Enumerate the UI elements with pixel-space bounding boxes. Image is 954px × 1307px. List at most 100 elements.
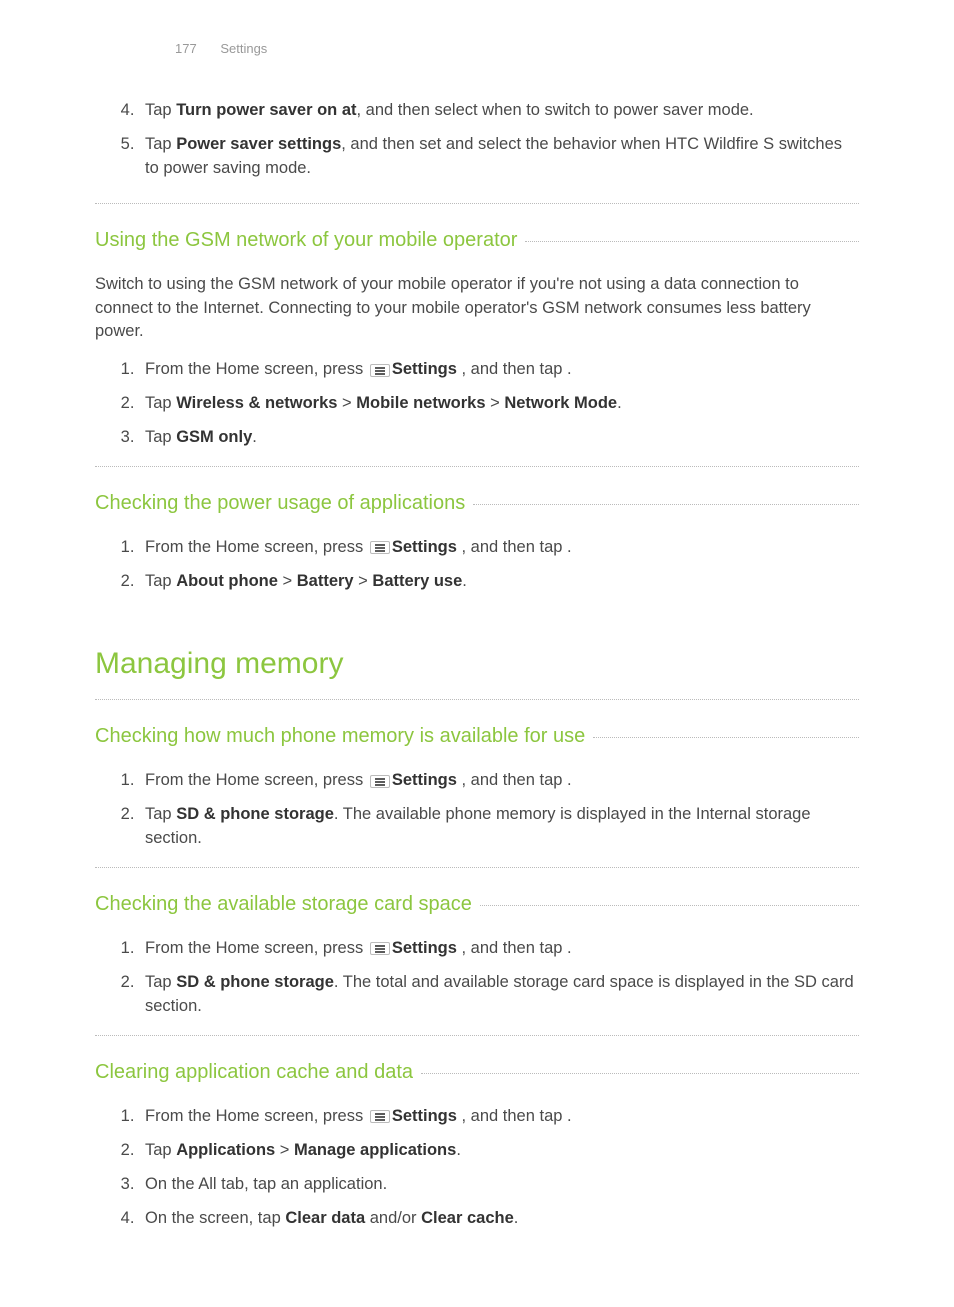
step-text: , and then tap xyxy=(457,538,567,556)
divider xyxy=(525,241,859,242)
bold-term: Clear data xyxy=(285,1209,365,1227)
step-text: , and then tap xyxy=(457,939,567,957)
step-text: > xyxy=(275,1141,294,1159)
step-text: Tap xyxy=(145,973,176,991)
bold-term: Settings xyxy=(392,939,457,957)
bold-term: Settings xyxy=(392,360,457,378)
bold-term: Power saver settings xyxy=(176,135,341,153)
page-header: 177 Settings xyxy=(95,40,859,59)
bold-term: Network Mode xyxy=(504,394,617,412)
bold-term: SD & phone storage xyxy=(176,973,334,991)
power-usage-steps: From the Home screen, press Settings , a… xyxy=(95,536,859,594)
step-text: Tap xyxy=(145,1141,176,1159)
clear-cache-steps: From the Home screen, press Settings , a… xyxy=(95,1105,859,1231)
clear-cache-heading: Clearing application cache and data xyxy=(95,1058,413,1087)
step-text: Tap xyxy=(145,428,176,446)
bold-term: SD & phone storage xyxy=(176,805,334,823)
step-text: and/or xyxy=(365,1209,421,1227)
card-space-steps: From the Home screen, press Settings , a… xyxy=(95,937,859,1019)
divider xyxy=(473,504,859,505)
menu-icon xyxy=(370,364,390,377)
menu-icon xyxy=(370,775,390,788)
step-text: , and then tap xyxy=(457,771,567,789)
step-item: From the Home screen, press Settings , a… xyxy=(139,1105,859,1129)
bold-term: Manage applications xyxy=(294,1141,456,1159)
divider xyxy=(95,699,859,700)
bold-term: Settings xyxy=(392,771,457,789)
card-space-heading: Checking the available storage card spac… xyxy=(95,890,472,919)
gsm-heading: Using the GSM network of your mobile ope… xyxy=(95,226,517,255)
step-item: Tap Power saver settings, and then set a… xyxy=(139,133,859,181)
step-item: From the Home screen, press Settings , a… xyxy=(139,937,859,961)
page-number: 177 xyxy=(175,40,197,59)
step-text: Tap xyxy=(145,394,176,412)
gsm-steps: From the Home screen, press Settings , a… xyxy=(95,358,859,450)
step-text: On the All tab, tap an application. xyxy=(145,1175,387,1193)
menu-icon xyxy=(370,541,390,554)
document-page: 177 Settings Tap Turn power saver on at,… xyxy=(0,0,954,1307)
step-item: Tap SD & phone storage. The available ph… xyxy=(139,803,859,851)
step-item: Tap SD & phone storage. The total and av… xyxy=(139,971,859,1019)
bold-term: Clear cache xyxy=(421,1209,514,1227)
bold-term: Wireless & networks xyxy=(176,394,337,412)
menu-icon xyxy=(370,1110,390,1123)
power-usage-heading: Checking the power usage of applications xyxy=(95,489,465,518)
step-text: Tap xyxy=(145,805,176,823)
step-item: On the All tab, tap an application. xyxy=(139,1173,859,1197)
bold-term: Settings xyxy=(392,538,457,556)
power-saver-continued-steps: Tap Turn power saver on at, and then sel… xyxy=(95,99,859,181)
bold-term: Settings xyxy=(392,1107,457,1125)
divider xyxy=(95,466,859,467)
menu-icon xyxy=(370,942,390,955)
phone-memory-steps: From the Home screen, press Settings , a… xyxy=(95,769,859,851)
divider xyxy=(95,203,859,204)
step-text: From the Home screen, press xyxy=(145,771,368,789)
divider xyxy=(421,1073,859,1074)
managing-memory-heading: Managing memory xyxy=(95,642,859,686)
bold-term: Battery xyxy=(297,572,354,590)
bold-term: Turn power saver on at xyxy=(176,101,356,119)
step-text: On the screen, tap xyxy=(145,1209,285,1227)
step-text: > xyxy=(354,572,373,590)
step-text: From the Home screen, press xyxy=(145,360,368,378)
step-text: . xyxy=(456,1141,461,1159)
step-text: . xyxy=(567,538,572,556)
step-text: . xyxy=(462,572,467,590)
step-item: Tap GSM only. xyxy=(139,426,859,450)
step-item: From the Home screen, press Settings , a… xyxy=(139,358,859,382)
phone-memory-heading: Checking how much phone memory is availa… xyxy=(95,722,585,751)
step-item: From the Home screen, press Settings , a… xyxy=(139,769,859,793)
bold-term: About phone xyxy=(176,572,278,590)
step-text: > xyxy=(278,572,297,590)
step-text: > xyxy=(337,394,356,412)
gsm-body: Switch to using the GSM network of your … xyxy=(95,273,859,345)
step-text: > xyxy=(486,394,505,412)
step-text: . xyxy=(617,394,622,412)
divider xyxy=(593,737,859,738)
step-item: Tap About phone > Battery > Battery use. xyxy=(139,570,859,594)
bold-term: Applications xyxy=(176,1141,275,1159)
step-text: Tap xyxy=(145,572,176,590)
step-text: Tap xyxy=(145,101,176,119)
bold-term: Mobile networks xyxy=(356,394,485,412)
step-item: On the screen, tap Clear data and/or Cle… xyxy=(139,1207,859,1231)
bold-term: GSM only xyxy=(176,428,252,446)
step-text: From the Home screen, press xyxy=(145,538,368,556)
step-text: . xyxy=(567,771,572,789)
step-text: From the Home screen, press xyxy=(145,1107,368,1125)
divider xyxy=(480,905,859,906)
step-item: Tap Wireless & networks > Mobile network… xyxy=(139,392,859,416)
step-text: , and then select when to switch to powe… xyxy=(357,101,754,119)
step-text: . xyxy=(514,1209,519,1227)
step-text: . xyxy=(567,1107,572,1125)
step-text: . xyxy=(567,939,572,957)
divider xyxy=(95,1035,859,1036)
step-text: . xyxy=(252,428,257,446)
step-text: Tap xyxy=(145,135,176,153)
header-section-name: Settings xyxy=(220,40,267,59)
step-text: . xyxy=(567,360,572,378)
step-item: Tap Turn power saver on at, and then sel… xyxy=(139,99,859,123)
step-text: , and then tap xyxy=(457,360,567,378)
bold-term: Battery use xyxy=(372,572,462,590)
step-text: From the Home screen, press xyxy=(145,939,368,957)
